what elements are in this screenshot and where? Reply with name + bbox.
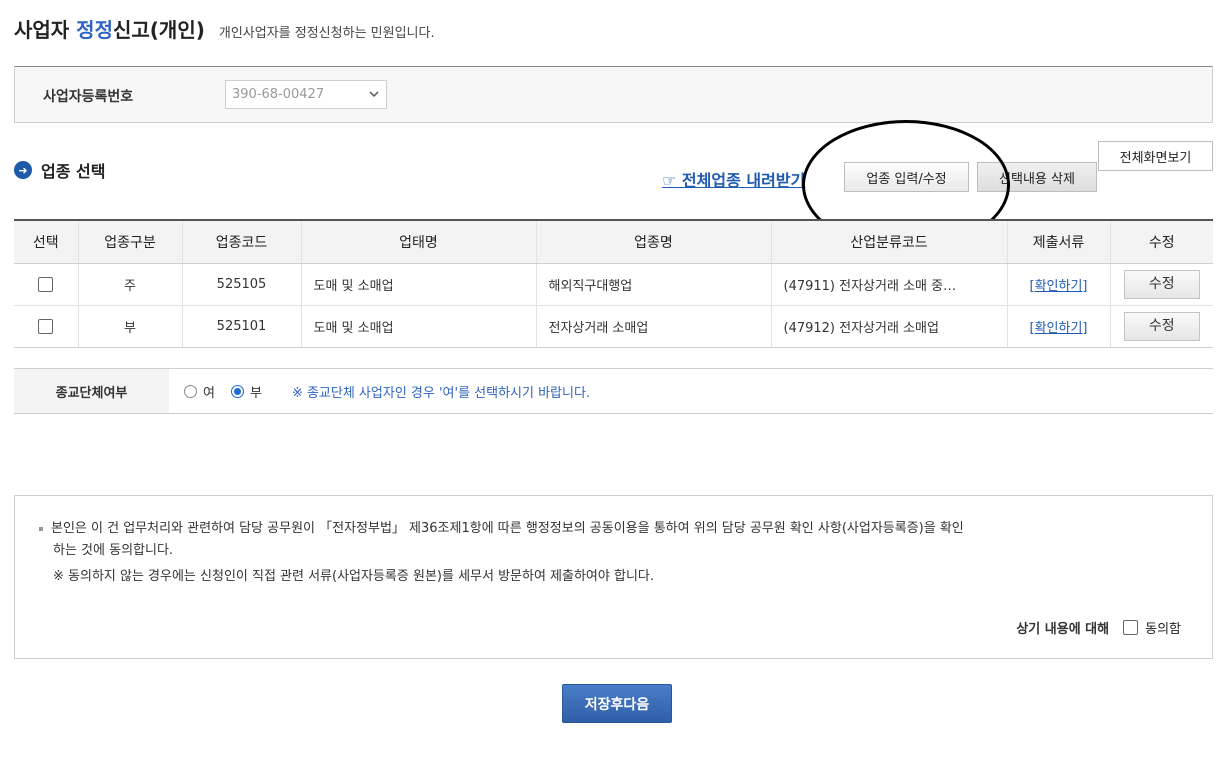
religion-label: 종교단체여부 (14, 369, 169, 413)
row-type: 부 (77, 305, 182, 348)
row-code: 525101 (181, 305, 301, 348)
consent-text: 본인은 이 건 업무처리와 관련하여 담당 공무원이 「전자정부법」 제36조제… (39, 518, 1189, 588)
header-edit: 수정 (1109, 219, 1213, 264)
religion-no-radio[interactable] (230, 384, 244, 398)
agree-checkbox[interactable] (1123, 620, 1139, 635)
fullscreen-button[interactable]: 전체화면보기 (1098, 141, 1213, 171)
chevron-down-icon (368, 81, 380, 118)
confirm-docs-link[interactable]: [확인하기] (1030, 321, 1088, 336)
row-edit-cell: 수정 (1109, 305, 1213, 348)
religion-yes-label: 여 (203, 385, 215, 401)
religion-note: ※ 종교단체 사업자인 경우 '여'를 선택하시기 바랍니다. (291, 385, 591, 401)
header-class-code: 산업분류코드 (770, 219, 1007, 264)
row-docs-cell: [확인하기] (1006, 263, 1110, 306)
row-docs-cell: [확인하기] (1006, 305, 1110, 348)
edit-button[interactable]: 수정 (1123, 312, 1200, 341)
row-industry: 해외직구대행업 (535, 263, 771, 306)
consent-panel: 본인은 이 건 업무처리와 관련하여 담당 공무원이 「전자정부법」 제36조제… (14, 495, 1213, 659)
row-select-cell (14, 305, 78, 348)
agree-row: 상기 내용에 대해 동의함 (1016, 618, 1181, 637)
row-edit-cell: 수정 (1109, 263, 1213, 306)
save-next-button[interactable]: 저장후다음 (562, 684, 672, 723)
religion-radio-group: 여 부 ※ 종교단체 사업자인 경우 '여'를 선택하시기 바랍니다. (184, 369, 590, 413)
religion-no-label: 부 (249, 385, 262, 401)
row-code: 525105 (181, 263, 301, 306)
religion-yes-radio[interactable] (184, 384, 197, 398)
row-business: 도매 및 소매업 (300, 263, 536, 306)
title-suffix: 신고(개인) (112, 18, 205, 42)
agree-question: 상기 내용에 대해 (1016, 622, 1110, 637)
square-bullet-icon (39, 526, 43, 531)
page-header: 사업자 정정신고(개인) 개인사업자를 정정신청하는 민원입니다. (14, 14, 435, 48)
registration-number-value: 390-68-00427 (232, 87, 325, 102)
row-type: 주 (77, 263, 182, 306)
header-code: 업종코드 (181, 219, 301, 264)
title-prefix: 사업자 (14, 18, 77, 42)
arrow-circle-icon: ➜ (14, 161, 32, 179)
industry-table: 선택 업종구분 업종코드 업태명 업종명 산업분류코드 제출서류 수정 주 52… (14, 219, 1213, 348)
table-row: 주 525105 도매 및 소매업 해외직구대행업 (47911) 전자상거래 … (14, 263, 1213, 306)
registration-number-select[interactable]: 390-68-00427 (225, 80, 387, 109)
row-select-cell (14, 263, 78, 306)
header-docs: 제출서류 (1006, 219, 1110, 264)
registration-panel: 사업자등록번호 390-68-00427 (14, 66, 1213, 123)
consent-note: ※ 동의하지 않는 경우에는 신청인이 직접 관련 서류(사업자등록증 원본)를… (53, 569, 654, 584)
religion-row: 종교단체여부 여 부 ※ 종교단체 사업자인 경우 '여'를 선택하시기 바랍니… (14, 368, 1213, 414)
delete-selected-button[interactable]: 선택내용 삭제 (977, 162, 1097, 192)
row-class-code: (47912) 전자상거래 소매업 (770, 305, 1007, 348)
header-select: 선택 (14, 219, 78, 264)
row-business: 도매 및 소매업 (300, 305, 536, 348)
row-checkbox[interactable] (38, 319, 54, 334)
section-title: 업종 선택 (41, 162, 106, 181)
consent-line-1: 본인은 이 건 업무처리와 관련하여 담당 공무원이 「전자정부법」 제36조제… (51, 521, 964, 536)
page-subtitle: 개인사업자를 정정신청하는 민원입니다. (218, 26, 435, 41)
edit-button[interactable]: 수정 (1123, 270, 1200, 299)
header-business: 업태명 (300, 219, 536, 264)
consent-line-2: 하는 것에 동의합니다. (53, 543, 174, 558)
industry-input-button[interactable]: 업종 입력/수정 (844, 162, 969, 192)
section-header: ➜ 업종 선택 (14, 158, 105, 182)
download-all-industries-link[interactable]: ☞ 전체업종 내려받기 (662, 167, 805, 191)
agree-label: 동의함 (1145, 622, 1181, 637)
row-checkbox[interactable] (38, 277, 54, 292)
row-class-code: (47911) 전자상거래 소매 중… (770, 263, 1007, 306)
confirm-docs-link[interactable]: [확인하기] (1030, 279, 1088, 294)
title-accent: 정정 (76, 18, 113, 42)
registration-label: 사업자등록번호 (43, 89, 134, 105)
header-type: 업종구분 (77, 219, 182, 264)
table-row: 부 525101 도매 및 소매업 전자상거래 소매업 (47912) 전자상거… (14, 305, 1213, 348)
row-industry: 전자상거래 소매업 (535, 305, 771, 348)
page-title: 사업자 정정신고(개인) (14, 14, 205, 43)
table-header-row: 선택 업종구분 업종코드 업태명 업종명 산업분류코드 제출서류 수정 (14, 219, 1213, 264)
header-industry: 업종명 (535, 219, 771, 264)
